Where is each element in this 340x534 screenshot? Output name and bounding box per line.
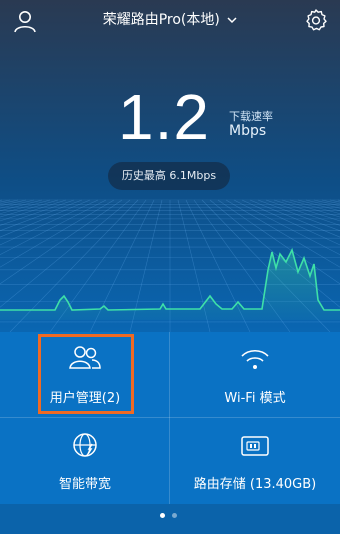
wifi-icon (241, 349, 269, 369)
download-speed-value: 1.2 (118, 81, 210, 153)
status-panel: 荣耀路由Pro(本地) 1.2 下载速率 Mbps 历史最高 6.1Mbps (0, 0, 340, 332)
traffic-graph (0, 247, 340, 320)
chevron-down-icon (227, 17, 237, 24)
storage-icon (241, 436, 269, 456)
download-speed-label: 下载速率 (229, 110, 273, 123)
tile-wifi-mode[interactable]: Wi-Fi 模式 (170, 332, 340, 418)
page-dot[interactable] (172, 513, 177, 518)
router-name: 荣耀路由Pro(本地) (102, 12, 220, 28)
tile-label: 智能带宽 (58, 477, 111, 492)
download-speed-unit: Mbps (229, 123, 267, 139)
tile-smart-bandwidth[interactable]: 智能带宽 (0, 418, 170, 504)
tile-label: 路由存储 (13.40GB) (193, 477, 317, 492)
tile-label: Wi-Fi 模式 (224, 391, 286, 406)
selection-highlight (38, 334, 134, 414)
gear-icon[interactable] (304, 8, 328, 32)
app-header: 荣耀路由Pro(本地) (0, 0, 340, 42)
peak-speed-badge: 历史最高 6.1Mbps (108, 162, 230, 190)
router-selector[interactable]: 荣耀路由Pro(本地) (0, 11, 340, 29)
tile-router-storage[interactable]: 路由存储 (13.40GB) (170, 418, 340, 504)
page-indicator (0, 504, 340, 534)
page-dot-active[interactable] (160, 513, 165, 518)
globe-icon (73, 433, 97, 457)
